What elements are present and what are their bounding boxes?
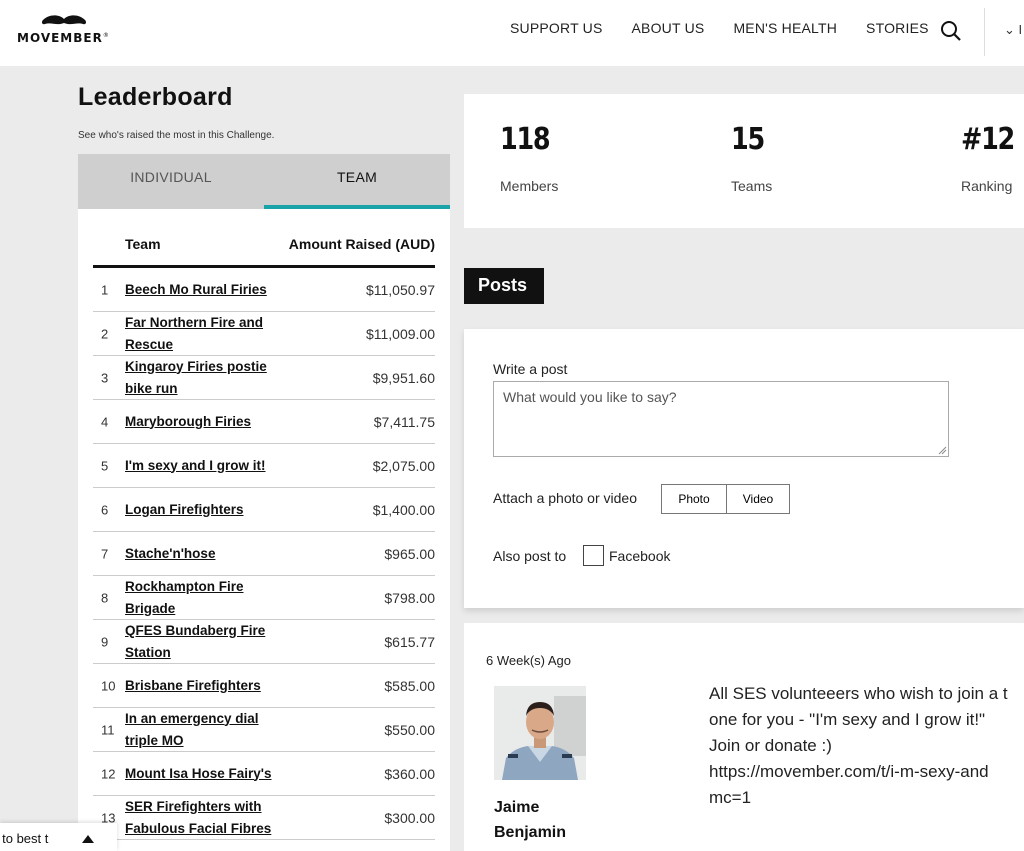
row-amount: $11,009.00 bbox=[365, 325, 435, 342]
team-link[interactable]: I'm sexy and I grow it! bbox=[125, 455, 285, 477]
nav-divider bbox=[984, 8, 985, 56]
row-rank: 2 bbox=[101, 326, 109, 341]
row-amount: $11,050.97 bbox=[365, 281, 435, 298]
row-amount: $360.00 bbox=[384, 765, 435, 782]
ranking-value: #12 bbox=[961, 122, 1015, 157]
write-post-card: Write a post Attach a photo or video Pho… bbox=[464, 329, 1024, 608]
nav-support-us[interactable]: SUPPORT US bbox=[510, 20, 603, 36]
resize-handle-icon[interactable] bbox=[937, 445, 947, 455]
team-link[interactable]: Rockhampton Fire Brigade bbox=[125, 576, 285, 620]
row-amount: $550.00 bbox=[384, 721, 435, 738]
teams-count: 15 bbox=[731, 122, 765, 157]
facebook-checkbox[interactable] bbox=[583, 545, 604, 566]
column-header-team: Team bbox=[125, 236, 161, 252]
search-icon[interactable] bbox=[940, 20, 962, 42]
nav-stories[interactable]: STORIES bbox=[866, 20, 929, 36]
leaderboard-table: Team Amount Raised (AUD) 1 Beech Mo Rura… bbox=[78, 209, 450, 851]
row-rank: 1 bbox=[101, 282, 109, 297]
table-row: 11 In an emergency dial triple MO $550.0… bbox=[93, 708, 435, 752]
facebook-label[interactable]: Facebook bbox=[609, 548, 670, 564]
row-rank: 4 bbox=[101, 414, 109, 429]
row-rank: 3 bbox=[101, 370, 109, 385]
language-selector[interactable]: ⌄ I bbox=[1004, 22, 1022, 38]
row-amount: $615.77 bbox=[384, 633, 435, 650]
table-row: 3 Kingaroy Firies postie bike run $9,951… bbox=[93, 356, 435, 400]
table-row: 13 SER Firefighters with Fabulous Facial… bbox=[93, 796, 435, 840]
table-row: 1 Beech Mo Rural Firies $11,050.97 bbox=[93, 268, 435, 312]
table-row: 12 Mount Isa Hose Fairy's $360.00 bbox=[93, 752, 435, 796]
attach-media-label: Attach a photo or video bbox=[493, 490, 637, 506]
caret-up-icon[interactable] bbox=[82, 835, 94, 843]
table-row: 8 Rockhampton Fire Brigade $798.00 bbox=[93, 576, 435, 620]
post-timestamp: 6 Week(s) Ago bbox=[486, 653, 572, 668]
row-rank: 11 bbox=[101, 722, 115, 737]
team-link[interactable]: Beech Mo Rural Firies bbox=[125, 279, 285, 301]
team-link[interactable]: Far Northern Fire and Rescue bbox=[125, 312, 285, 356]
row-amount: $1,400.00 bbox=[372, 501, 435, 518]
teams-label: Teams bbox=[731, 178, 773, 194]
leaderboard-title: Leaderboard bbox=[78, 83, 233, 111]
author-name[interactable]: Jaime Benjamin bbox=[494, 795, 566, 845]
leaderboard-tabs: INDIVIDUAL TEAM bbox=[78, 154, 450, 209]
team-link[interactable]: Stache'n'hose bbox=[125, 543, 285, 565]
post-textarea[interactable] bbox=[493, 381, 949, 457]
column-header-amount: Amount Raised (AUD) bbox=[288, 236, 435, 252]
moustache-icon bbox=[41, 15, 87, 25]
table-row: 4 Maryborough Firies $7,411.75 bbox=[93, 400, 435, 444]
post-link[interactable]: https://movember.com/t/i-m-sexy-and bbox=[709, 759, 1008, 785]
author-avatar[interactable] bbox=[494, 686, 586, 780]
floating-widget-text: y to best t bbox=[0, 831, 49, 846]
row-amount: $7,411.75 bbox=[373, 413, 435, 430]
write-post-label: Write a post bbox=[493, 361, 568, 377]
attach-video-button[interactable]: Video bbox=[726, 484, 790, 514]
row-rank: 7 bbox=[101, 546, 109, 561]
team-link[interactable]: Brisbane Firefighters bbox=[125, 675, 285, 697]
floating-widget[interactable]: y to best t bbox=[0, 823, 117, 851]
row-amount: $798.00 bbox=[384, 589, 435, 606]
team-link[interactable]: Mount Isa Hose Fairy's bbox=[125, 763, 285, 785]
table-row: 7 Stache'n'hose $965.00 bbox=[93, 532, 435, 576]
team-link[interactable]: Logan Firefighters bbox=[125, 499, 285, 521]
row-amount: $9,951.60 bbox=[372, 369, 435, 386]
row-amount: $300.00 bbox=[384, 809, 435, 826]
site-header: MOVEMBER® SUPPORT US ABOUT US MEN'S HEAL… bbox=[0, 0, 1024, 66]
post-body: All SES volunteeers who wish to join a t… bbox=[709, 684, 1008, 807]
leaderboard-subtitle: See who's raised the most in this Challe… bbox=[78, 130, 275, 141]
table-row: 10 Brisbane Firefighters $585.00 bbox=[93, 664, 435, 708]
main-nav: SUPPORT US ABOUT US MEN'S HEALTH STORIES bbox=[510, 20, 958, 36]
ranking-label: Ranking bbox=[961, 178, 1013, 194]
row-rank: 10 bbox=[101, 678, 116, 693]
profile-photo bbox=[494, 686, 586, 780]
also-post-label: Also post to bbox=[493, 548, 567, 564]
row-rank: 5 bbox=[101, 458, 109, 473]
row-rank: 9 bbox=[101, 634, 109, 649]
team-link[interactable]: Kingaroy Firies postie bike run bbox=[125, 356, 285, 400]
nav-about-us[interactable]: ABOUT US bbox=[632, 20, 705, 36]
table-row: 6 Logan Firefighters $1,400.00 bbox=[93, 488, 435, 532]
posts-heading: Posts bbox=[464, 268, 544, 304]
team-link[interactable]: Maryborough Firies bbox=[125, 411, 285, 433]
members-count: 118 bbox=[500, 122, 551, 157]
team-link[interactable]: SER Firefighters with Fabulous Facial Fi… bbox=[125, 796, 285, 840]
brand-name: MOVEMBER® bbox=[17, 31, 110, 45]
team-link[interactable]: QFES Bundaberg Fire Station bbox=[125, 620, 285, 664]
feed-post: 6 Week(s) Ago Jaime Benjamin All SES vol… bbox=[464, 623, 1024, 851]
tab-team[interactable]: TEAM bbox=[264, 154, 450, 209]
row-amount: $965.00 bbox=[384, 545, 435, 562]
members-label: Members bbox=[500, 178, 559, 194]
tab-individual[interactable]: INDIVIDUAL bbox=[78, 154, 264, 209]
row-amount: $585.00 bbox=[384, 677, 435, 694]
row-rank: 8 bbox=[101, 590, 109, 605]
table-row: 9 QFES Bundaberg Fire Station $615.77 bbox=[93, 620, 435, 664]
movember-logo[interactable]: MOVEMBER® bbox=[17, 14, 117, 50]
row-rank: 12 bbox=[101, 766, 116, 781]
attach-photo-button[interactable]: Photo bbox=[661, 484, 727, 514]
row-rank: 6 bbox=[101, 502, 109, 517]
nav-mens-health[interactable]: MEN'S HEALTH bbox=[733, 20, 837, 36]
team-link[interactable]: In an emergency dial triple MO bbox=[125, 708, 285, 752]
table-row: 5 I'm sexy and I grow it! $2,075.00 bbox=[93, 444, 435, 488]
table-row: 2 Far Northern Fire and Rescue $11,009.0… bbox=[93, 312, 435, 356]
row-amount: $2,075.00 bbox=[372, 457, 435, 474]
challenge-stats-card: 118 Members 15 Teams #12 Ranking bbox=[464, 94, 1024, 228]
